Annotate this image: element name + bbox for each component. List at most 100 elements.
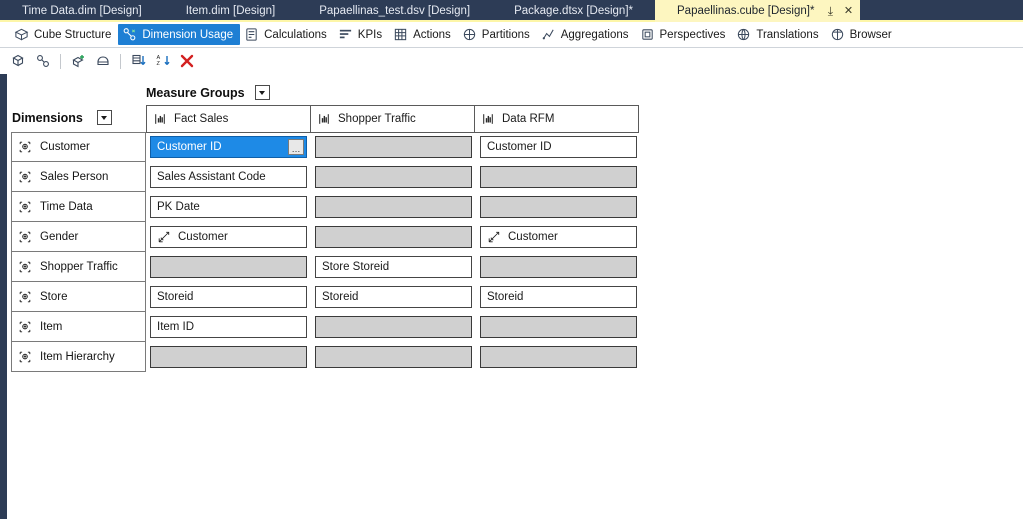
relationship-cell[interactable]: Customer ID bbox=[480, 136, 637, 158]
relationship-cell[interactable]: Storeid bbox=[150, 286, 307, 308]
relationship-cell[interactable]: Store Storeid bbox=[315, 256, 472, 278]
grid-cell-container bbox=[476, 192, 641, 222]
dimension-row-header[interactable]: Shopper Traffic bbox=[11, 252, 146, 282]
designer-tab-perspectives[interactable]: Perspectives bbox=[636, 24, 733, 45]
designer-tab-browser[interactable]: Browser bbox=[826, 24, 899, 45]
dimension-row-header[interactable]: Gender bbox=[11, 222, 146, 252]
add-cube-dimension-icon[interactable] bbox=[8, 51, 29, 71]
designer-tab-partitions[interactable]: Partitions bbox=[458, 24, 537, 45]
dimension-row-header[interactable]: Item Hierarchy bbox=[11, 342, 146, 372]
relationship-cell-text: Customer ID bbox=[157, 141, 222, 153]
grid-cell-container: Item ID bbox=[146, 312, 311, 342]
dimension-row-header[interactable]: Sales Person bbox=[11, 162, 146, 192]
relationship-cell-empty[interactable] bbox=[480, 196, 637, 218]
document-tab[interactable]: Package.dtsx [Design]* bbox=[492, 0, 655, 22]
relationship-cell-empty[interactable] bbox=[315, 346, 472, 368]
dimension-row-header[interactable]: Customer bbox=[11, 132, 146, 162]
chevron-down-icon bbox=[259, 90, 266, 95]
measure-group-header[interactable]: Fact Sales bbox=[146, 105, 311, 133]
designer-tab-label: KPIs bbox=[357, 28, 383, 41]
designer-tab-calculations[interactable]: Calculations bbox=[240, 24, 334, 45]
measure-group-header[interactable]: Data RFM bbox=[474, 105, 639, 133]
relationship-cell[interactable]: Sales Assistant Code bbox=[150, 166, 307, 188]
measure-group-icon bbox=[153, 112, 167, 126]
relationship-cell[interactable]: Customer ID … bbox=[150, 136, 307, 158]
dimension-icon bbox=[18, 320, 32, 334]
browser-icon bbox=[830, 27, 845, 42]
relationship-cell-empty[interactable] bbox=[315, 196, 472, 218]
relationship-cell-text: Sales Assistant Code bbox=[157, 171, 266, 183]
close-icon[interactable]: ✕ bbox=[842, 5, 854, 17]
document-tab[interactable]: Papaellinas.cube [Design]* ⤓ ✕ bbox=[655, 0, 861, 22]
relationship-cell-text: Storeid bbox=[157, 291, 194, 303]
edit-relationship-icon[interactable] bbox=[32, 51, 53, 71]
dimension-name: Shopper Traffic bbox=[40, 260, 118, 273]
relationship-cell-empty[interactable] bbox=[480, 346, 637, 368]
relationship-cell-text: Storeid bbox=[322, 291, 359, 303]
measure-group-column-headers: Fact Sales Shopper Traffic Data RFM bbox=[146, 105, 639, 133]
grid-cell-container bbox=[476, 312, 641, 342]
dimension-row-header[interactable]: Item bbox=[11, 312, 146, 342]
relationship-cell-empty[interactable] bbox=[150, 346, 307, 368]
ellipsis-button[interactable]: … bbox=[288, 139, 304, 155]
perspectives-icon bbox=[640, 27, 655, 42]
dimension-name: Time Data bbox=[40, 200, 93, 213]
designer-tab-cube-structure[interactable]: Cube Structure bbox=[10, 24, 118, 45]
designer-tab-label: Calculations bbox=[264, 28, 327, 41]
toolbar-separator bbox=[60, 53, 61, 69]
grid-cell-container bbox=[311, 222, 476, 252]
relationship-cell-empty[interactable] bbox=[480, 256, 637, 278]
dimensions-dropdown-button[interactable] bbox=[96, 110, 112, 125]
relationship-cell[interactable]: Customer bbox=[150, 226, 307, 248]
relationship-cell-empty[interactable] bbox=[480, 166, 637, 188]
designer-tab-dimension-usage[interactable]: Dimension Usage bbox=[118, 24, 241, 45]
dimension-usage-icon bbox=[122, 27, 137, 42]
sort-ascending-icon[interactable] bbox=[128, 51, 149, 71]
grid-cell-container bbox=[311, 192, 476, 222]
designer-tab-label: Cube Structure bbox=[34, 28, 112, 41]
table-row: Shopper Traffic Store Storeid bbox=[11, 252, 641, 282]
relationship-cell[interactable]: Storeid bbox=[480, 286, 637, 308]
grid-cell-container bbox=[311, 312, 476, 342]
relationship-cell[interactable]: Storeid bbox=[315, 286, 472, 308]
designer-tab-translations[interactable]: Translations bbox=[732, 24, 825, 45]
relationship-cell-empty[interactable] bbox=[315, 166, 472, 188]
show-hide-icon[interactable] bbox=[92, 51, 113, 71]
relationship-cell-empty[interactable] bbox=[315, 226, 472, 248]
designer-tab-label: Browser bbox=[849, 28, 892, 41]
measure-group-header-label: Shopper Traffic bbox=[338, 113, 416, 125]
relationship-cell-empty[interactable] bbox=[150, 256, 307, 278]
relationship-cell[interactable]: Customer bbox=[480, 226, 637, 248]
dimension-icon bbox=[18, 260, 32, 274]
measure-group-icon bbox=[481, 112, 495, 126]
document-tab[interactable]: Item.dim [Design] bbox=[164, 0, 297, 22]
new-linked-object-icon[interactable] bbox=[68, 51, 89, 71]
dimensions-caption: Dimensions bbox=[12, 110, 83, 125]
measure-group-header-label: Fact Sales bbox=[174, 113, 229, 125]
relationship-cell-text: PK Date bbox=[157, 201, 200, 213]
relationship-cell[interactable]: Item ID bbox=[150, 316, 307, 338]
kpis-icon bbox=[338, 27, 353, 42]
designer-tab-aggregations[interactable]: Aggregations bbox=[537, 24, 636, 45]
measure-group-header[interactable]: Shopper Traffic bbox=[310, 105, 475, 133]
grid-cell-container: Sales Assistant Code bbox=[146, 162, 311, 192]
relationship-cell-empty[interactable] bbox=[315, 136, 472, 158]
relationship-cell-empty[interactable] bbox=[480, 316, 637, 338]
grid-cell-container bbox=[476, 342, 641, 372]
grid-cell-container bbox=[476, 252, 641, 282]
dimension-row-header[interactable]: Time Data bbox=[11, 192, 146, 222]
dimension-row-header[interactable]: Store bbox=[11, 282, 146, 312]
document-tab[interactable]: Papaellinas_test.dsv [Design] bbox=[297, 0, 492, 22]
sort-az-descending-icon[interactable]: AZ bbox=[152, 51, 173, 71]
designer-tab-kpis[interactable]: KPIs bbox=[334, 24, 389, 45]
grid-cell-container bbox=[311, 342, 476, 372]
pin-icon[interactable]: ⤓ bbox=[824, 5, 836, 17]
designer-tab-label: Actions bbox=[413, 28, 451, 41]
measure-groups-dropdown-button[interactable] bbox=[254, 85, 270, 100]
relationship-cell[interactable]: PK Date bbox=[150, 196, 307, 218]
document-tab[interactable]: Time Data.dim [Design] bbox=[0, 0, 164, 22]
relationship-cell-empty[interactable] bbox=[315, 316, 472, 338]
designer-tab-actions[interactable]: Actions bbox=[389, 24, 458, 45]
delete-icon[interactable] bbox=[176, 51, 197, 71]
document-tab-label: Papaellinas_test.dsv [Design] bbox=[319, 5, 471, 17]
